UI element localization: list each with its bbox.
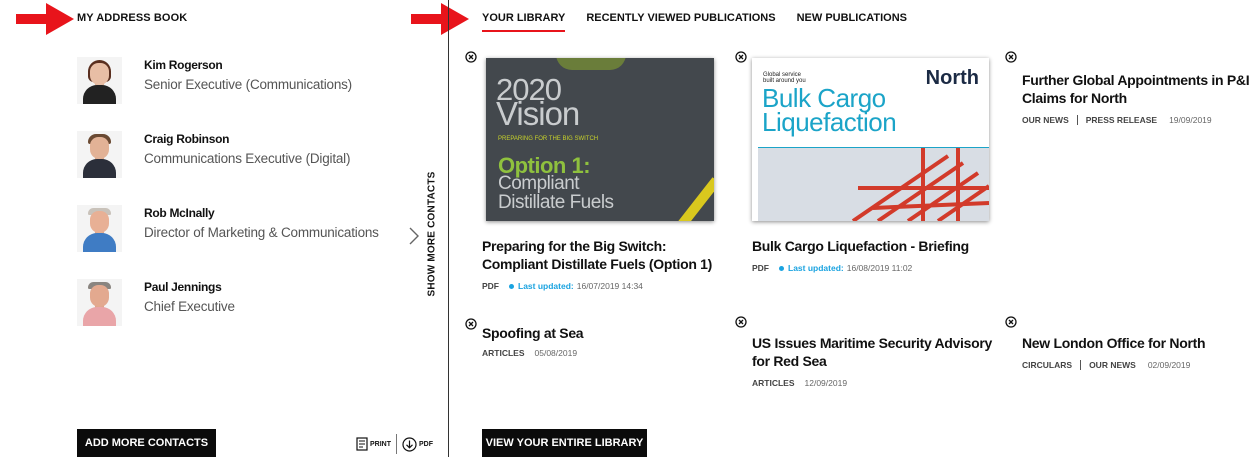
contact-name: Rob McInally: [144, 206, 215, 220]
publication-title[interactable]: Preparing for the Big Switch: Compliant …: [482, 237, 722, 273]
remove-icon[interactable]: [465, 51, 477, 63]
contact-name: Kim Rogerson: [144, 58, 223, 72]
publication-title[interactable]: US Issues Maritime Security Advisory for…: [752, 334, 992, 370]
publication-meta: CIRCULARS OUR NEWS 02/09/2019: [1022, 360, 1191, 370]
publication-meta: ARTICLES 05/08/2019: [482, 348, 578, 358]
publication-thumbnail[interactable]: Global service built around you North Bul…: [752, 58, 989, 221]
print-label: PRINT: [370, 440, 391, 448]
avatar: [77, 205, 122, 252]
avatar: [77, 57, 122, 104]
contact-name: Paul Jennings: [144, 280, 222, 294]
publication-thumbnail[interactable]: 2020 Vision PREPARING FOR THE BIG SWITCH…: [486, 58, 714, 221]
remove-icon[interactable]: [1005, 316, 1017, 328]
contact-role: Communications Executive (Digital): [144, 151, 351, 166]
remove-icon[interactable]: [735, 316, 747, 328]
column-divider: [448, 0, 449, 457]
remove-icon[interactable]: [735, 51, 747, 63]
view-entire-library-button[interactable]: VIEW YOUR ENTIRE LIBRARY: [482, 429, 647, 457]
north-logo: North: [925, 67, 979, 89]
contact-item[interactable]: Craig Robinson Communications Executive …: [77, 131, 397, 181]
contact-item[interactable]: Kim Rogerson Senior Executive (Communica…: [77, 57, 397, 107]
publication-meta: ARTICLES 12/09/2019: [752, 378, 848, 388]
contact-role: Chief Executive: [144, 299, 235, 314]
cover-word: Vision: [496, 95, 580, 132]
publication-meta: PDF Last updated: 16/07/2019 14:34: [482, 281, 643, 291]
tab-recently-viewed[interactable]: RECENTLY VIEWED PUBLICATIONS: [586, 12, 775, 32]
divider: [396, 434, 397, 454]
contact-name: Craig Robinson: [144, 132, 230, 146]
remove-icon[interactable]: [465, 318, 477, 330]
contact-item[interactable]: Paul Jennings Chief Executive: [77, 279, 397, 329]
print-button[interactable]: PRINT: [356, 437, 391, 451]
red-arrow-icon: [16, 3, 74, 35]
add-more-contacts-button[interactable]: ADD MORE CONTACTS: [77, 429, 216, 457]
crane-image: [851, 148, 989, 221]
tab-new-publications[interactable]: NEW PUBLICATIONS: [797, 12, 907, 32]
red-arrow-icon: [411, 3, 469, 35]
contact-role: Senior Executive (Communications): [144, 77, 352, 92]
print-icon: [356, 437, 368, 451]
publication-title[interactable]: Spoofing at Sea: [482, 324, 722, 342]
download-icon: [402, 436, 417, 452]
cover-subtitle: PREPARING FOR THE BIG SWITCH: [498, 136, 599, 142]
pdf-label: PDF: [419, 440, 433, 448]
remove-icon[interactable]: [1005, 51, 1017, 63]
chevron-right-icon[interactable]: [407, 226, 421, 246]
tab-your-library[interactable]: YOUR LIBRARY: [482, 12, 566, 32]
contact-item[interactable]: Rob McInally Director of Marketing & Com…: [77, 205, 397, 255]
show-more-contacts-button[interactable]: SHOW MORE CONTACTS: [424, 168, 440, 300]
publication-title[interactable]: New London Office for North: [1022, 334, 1250, 352]
avatar: [77, 131, 122, 178]
publication-meta: PDF Last updated: 16/08/2019 11:02: [752, 263, 913, 273]
address-book-title: MY ADDRESS BOOK: [77, 12, 188, 24]
library-tabs: YOUR LIBRARY RECENTLY VIEWED PUBLICATION…: [482, 12, 928, 32]
cover-title: Bulk Cargo Liquefaction: [762, 83, 897, 137]
contact-role: Director of Marketing & Communications: [144, 225, 379, 240]
pdf-button[interactable]: PDF: [402, 436, 433, 452]
show-more-label: SHOW MORE CONTACTS: [426, 171, 438, 297]
publication-title[interactable]: Further Global Appointments in P&I Claim…: [1022, 71, 1250, 107]
cover-lines: Compliant Distillate Fuels: [498, 173, 614, 213]
publication-meta: OUR NEWS PRESS RELEASE 19/09/2019: [1022, 115, 1212, 125]
export-tools: PRINT PDF: [356, 433, 433, 455]
publication-title[interactable]: Bulk Cargo Liquefaction - Briefing: [752, 237, 992, 255]
avatar: [77, 279, 122, 326]
